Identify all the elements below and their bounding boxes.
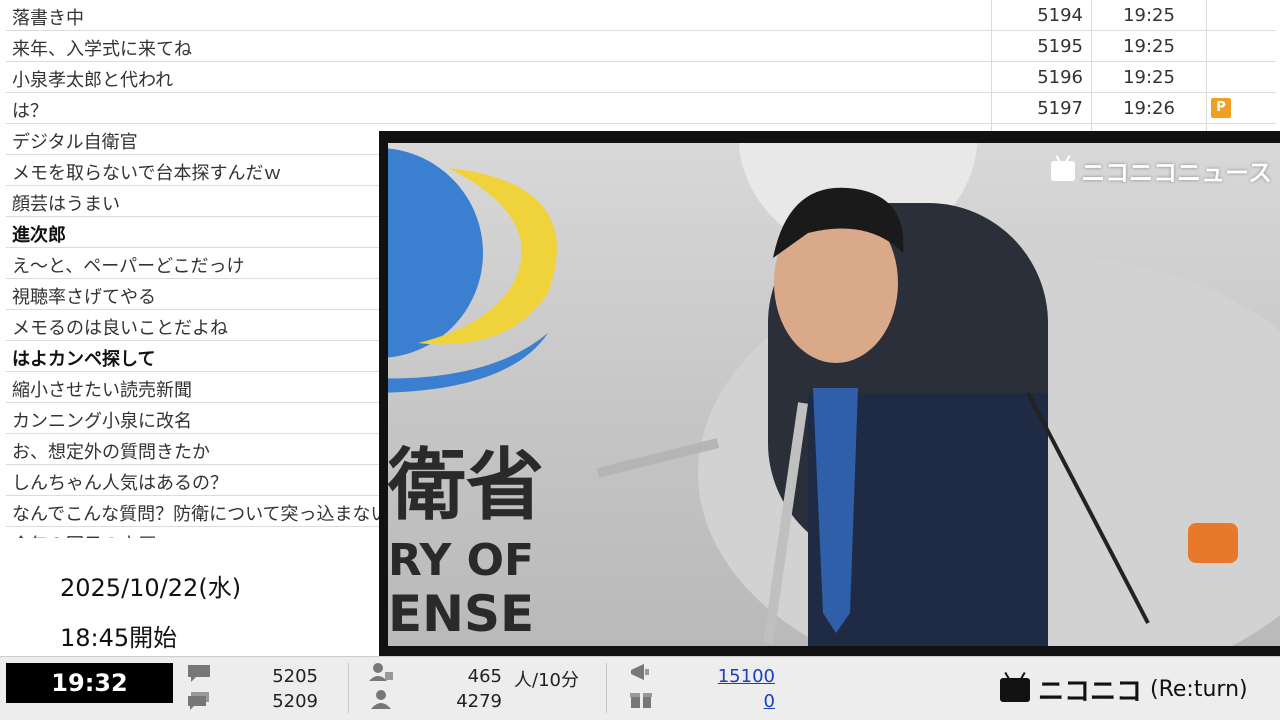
comment-row[interactable]: 落書き中 5194 19:25	[6, 0, 1276, 31]
comment-text: カンニング小泉に改名	[12, 411, 192, 432]
comment-time: 19:25	[1091, 0, 1206, 31]
broadcast-start-time: 18:45開始	[60, 624, 178, 652]
total-viewers: 4279	[456, 691, 502, 712]
gift-icon	[630, 693, 652, 708]
divider	[348, 663, 349, 713]
comment-stack-icon	[188, 692, 209, 710]
comment-text: 小泉孝太郎と代われ	[12, 70, 174, 91]
comment-text: 進次郎	[12, 225, 66, 246]
viewers-per-10min: 465	[467, 666, 502, 687]
brand-suffix: (Re:turn)	[1150, 677, 1248, 702]
brand-name: ニコニコ	[1038, 677, 1143, 707]
current-time-clock: 19:32	[6, 663, 173, 703]
comment-total: 5209	[272, 691, 318, 712]
comment-time: 19:25	[1091, 62, 1206, 93]
comment-text: お、想定外の質問きたか	[12, 442, 210, 463]
comment-text: 来年、入学式に来てね	[12, 39, 192, 60]
comment-number: 5195	[991, 31, 1091, 62]
ministry-kanji-backdrop: 衛省	[388, 441, 545, 531]
ad-points-link[interactable]: 15100	[680, 666, 775, 687]
niconico-return-logo: ニコニコ (Re:turn)	[1000, 671, 1248, 708]
comment-time: 19:26	[1091, 93, 1206, 124]
divider	[606, 663, 607, 713]
comment-bubble-icon	[188, 665, 210, 682]
status-bar: 19:32 5205 5209 465 人/10分 4279 15100 0 ニ…	[0, 656, 1280, 720]
ministry-english-line1: RY OF	[388, 535, 535, 586]
comment-text: デジタル自衛官	[12, 132, 138, 153]
ministry-english-line2: ENSE	[388, 585, 535, 643]
comment-flag-cell	[1206, 0, 1270, 31]
viewer-rate-icon	[369, 663, 393, 681]
comment-row[interactable]: は？ 5197 19:26 P	[6, 93, 1276, 124]
comment-time: 19:25	[1091, 31, 1206, 62]
niconico-news-watermark: ニコニコニュース	[1051, 153, 1272, 188]
comment-flag-cell: P	[1206, 93, 1270, 124]
comment-text: 視聴率さげてやる	[12, 287, 156, 308]
comment-text: メモを取らないで台本探すんだｗ	[12, 163, 282, 184]
comment-flag-cell	[1206, 31, 1270, 62]
broadcast-date: 2025/10/22(水)	[60, 574, 242, 602]
comment-text: メモるのは良いことだよね	[12, 318, 228, 339]
tv-icon	[1051, 160, 1076, 181]
comment-text: え～と、ペーパーどこだっけ	[12, 256, 245, 277]
video-player[interactable]: 衛省 RY OF ENSE ニコニコニュース	[379, 131, 1280, 656]
megaphone-ad-icon	[631, 664, 649, 680]
program-info-panel: 2025/10/22(水) 18:45開始	[6, 538, 381, 656]
comment-text: は？	[12, 101, 48, 122]
viewers-unit-label: 人/10分	[514, 670, 579, 691]
watermark-text: ニコニコニュース	[1081, 159, 1272, 187]
comment-count: 5205	[272, 666, 318, 687]
viewer-icon	[371, 690, 391, 709]
premium-member-icon: P	[1211, 98, 1231, 118]
comment-number: 5197	[991, 93, 1091, 124]
comment-text: 縮小させたい読売新聞	[12, 380, 192, 401]
comment-text: 顔芸はうまい	[12, 194, 120, 215]
comment-flag-cell	[1206, 62, 1270, 93]
tv-icon	[1000, 677, 1030, 702]
gift-points-link[interactable]: 0	[680, 691, 775, 712]
comment-text: 落書き中	[12, 8, 84, 29]
video-stream[interactable]: 衛省 RY OF ENSE ニコニコニュース	[388, 143, 1280, 646]
comment-text: はよカンペ探して	[12, 349, 156, 370]
comment-row[interactable]: 小泉孝太郎と代われ 5196 19:25	[6, 62, 1276, 93]
comment-text: なんでこんな質問？防衛について突っ込まないの	[12, 504, 407, 525]
comment-row[interactable]: 来年、入学式に来てね 5195 19:25	[6, 31, 1276, 62]
comment-text: しんちゃん人気はあるの？	[12, 473, 228, 494]
comment-number: 5196	[991, 62, 1091, 93]
comment-number: 5194	[991, 0, 1091, 31]
